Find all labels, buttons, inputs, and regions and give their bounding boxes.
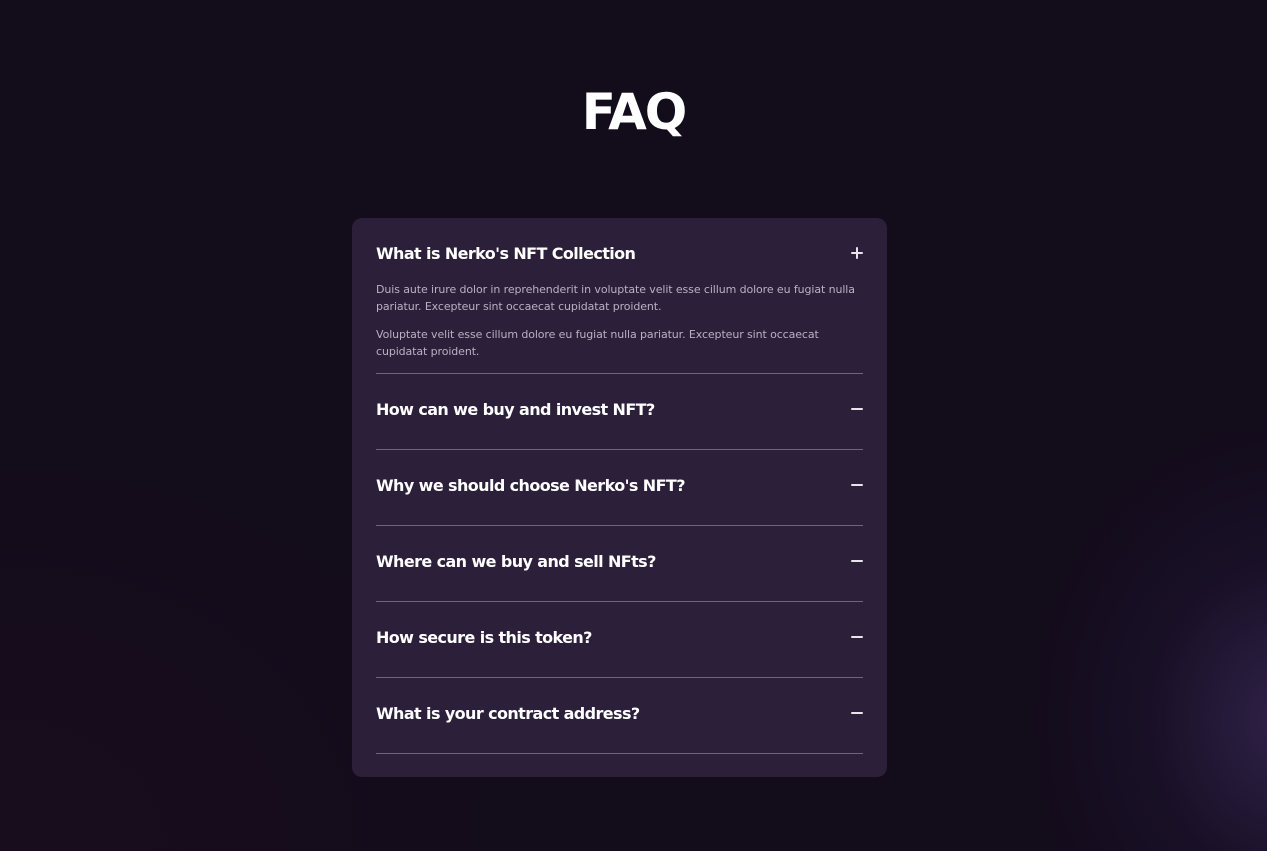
faq-item: What is Nerko's NFT Collection Duis aute… [376,218,863,374]
faq-answer: Duis aute irure dolor in reprehenderit i… [376,281,863,360]
faq-question-toggle[interactable]: What is Nerko's NFT Collection [376,218,863,288]
faq-question-text: Why we should choose Nerko's NFT? [376,475,686,495]
faq-question-text: What is your contract address? [376,703,640,723]
faq-question-text: Where can we buy and sell NFts? [376,551,656,571]
faq-answer-paragraph: Duis aute irure dolor in reprehenderit i… [376,283,855,313]
faq-question-toggle[interactable]: What is your contract address? [376,678,863,748]
faq-question-text: What is Nerko's NFT Collection [376,243,636,263]
minus-icon[interactable] [851,479,863,491]
plus-icon[interactable] [851,247,863,259]
page: FAQ What is Nerko's NFT Collection Duis … [0,0,1267,851]
minus-icon[interactable] [851,707,863,719]
faq-answer-paragraph: Voluptate velit esse cillum dolore eu fu… [376,328,819,358]
faq-question-text: How secure is this token? [376,627,592,647]
faq-item: How secure is this token? [376,602,863,678]
faq-item: Where can we buy and sell NFts? [376,526,863,602]
faq-question-text: How can we buy and invest NFT? [376,399,655,419]
faq-question-toggle[interactable]: How can we buy and invest NFT? [376,374,863,444]
faq-question-toggle[interactable]: Where can we buy and sell NFts? [376,526,863,596]
faq-question-toggle[interactable]: Why we should choose Nerko's NFT? [376,450,863,520]
minus-icon[interactable] [851,555,863,567]
faq-accordion: What is Nerko's NFT Collection Duis aute… [352,218,887,777]
faq-item: What is your contract address? [376,678,863,754]
faq-question-toggle[interactable]: How secure is this token? [376,602,863,672]
minus-icon[interactable] [851,631,863,643]
faq-item: How can we buy and invest NFT? [376,374,863,450]
page-title: FAQ [581,83,688,141]
faq-item: Why we should choose Nerko's NFT? [376,450,863,526]
minus-icon[interactable] [851,403,863,415]
